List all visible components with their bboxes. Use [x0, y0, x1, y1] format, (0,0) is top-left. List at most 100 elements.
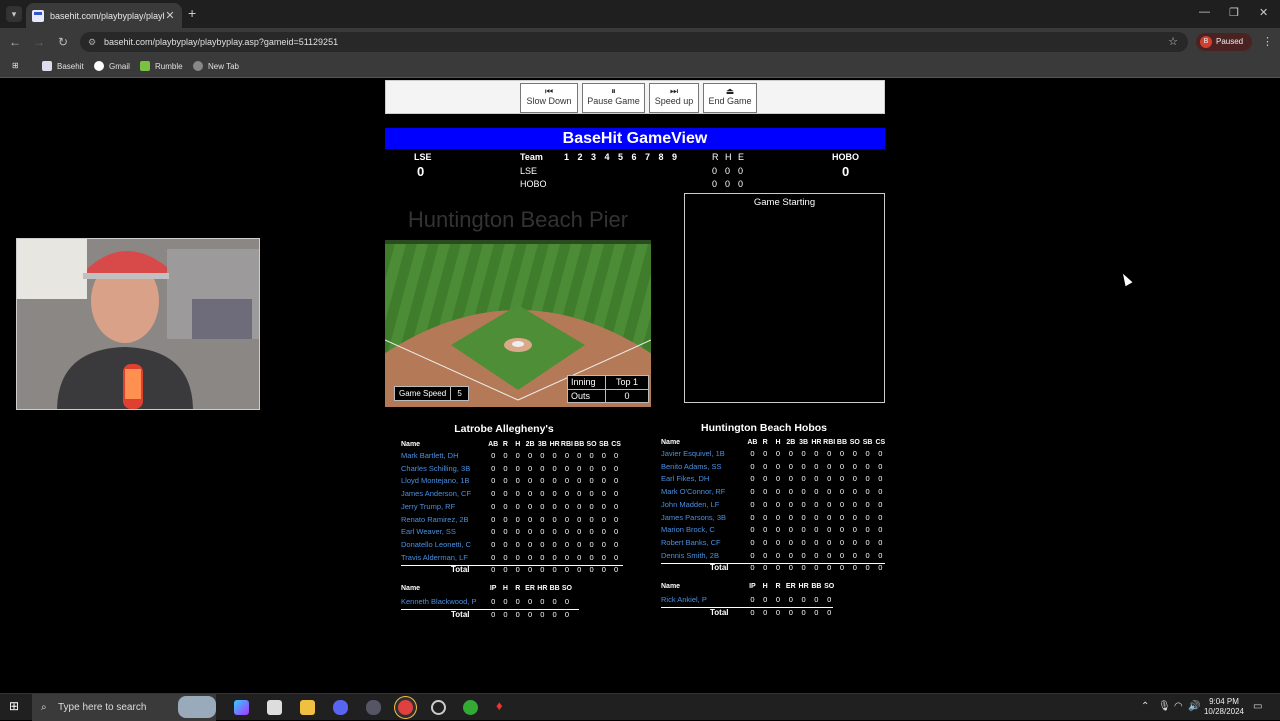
close-tab-icon[interactable]: ✕	[164, 9, 176, 22]
away-bat-stat: 0	[564, 489, 570, 499]
away-batter-9[interactable]: Travis Alderman, LF	[401, 553, 468, 566]
away-batter-6[interactable]: Renato Ramirez, 2B	[401, 515, 469, 528]
away-bat-col-3b: 3B	[537, 441, 547, 448]
away-e: 0	[738, 166, 744, 176]
home-bat-tot-stat: 0	[814, 563, 819, 573]
away-bat-col-rbi: RBI	[560, 441, 573, 448]
minimize-icon[interactable]: —	[1199, 6, 1210, 18]
inning-header-4: 4	[604, 152, 610, 162]
away-bat-col-bb: BB	[574, 441, 585, 448]
home-bat-tot-stat: 0	[878, 563, 883, 573]
taskbar-search-box[interactable]: ⌕ Type here to search	[32, 694, 216, 721]
browser-tab[interactable]: basehit.com/playbyplay/playbyp ✕	[26, 3, 182, 28]
volume-icon[interactable]: 🔊	[1188, 701, 1200, 712]
away-batter-1[interactable]: Mark Bartlett, DH	[401, 451, 459, 464]
home-bat-stat: 0	[788, 474, 793, 484]
globe-icon	[193, 61, 203, 71]
end-game-button[interactable]: ⏏ End Game	[703, 83, 757, 113]
home-abbr: HOBO	[832, 152, 859, 162]
back-icon[interactable]: ←	[3, 35, 27, 49]
profile-button[interactable]: B Paused	[1196, 33, 1252, 51]
taskbar-clock[interactable]: 9:04 PM 10/28/2024	[1204, 697, 1244, 717]
discord-icon[interactable]	[333, 700, 348, 715]
home-bat-stat: 0	[839, 525, 845, 535]
reload-icon[interactable]: ↻	[51, 35, 75, 49]
home-bat-col-bb: BB	[836, 439, 848, 446]
home-pit-tot-stat: 0	[763, 607, 768, 617]
tray-chevron-icon[interactable]: ⌃	[1141, 701, 1149, 712]
baseball-icon[interactable]	[431, 700, 446, 715]
pause-game-button[interactable]: ⏸ Pause Game	[582, 83, 645, 113]
obs-icon[interactable]	[366, 700, 381, 715]
home-batter-4[interactable]: Mark O'Connor, RF	[661, 487, 725, 500]
network-icon[interactable]: ◠	[1174, 701, 1183, 712]
home-batter-6[interactable]: James Parsons, 3B	[661, 513, 726, 526]
away-batter-2[interactable]: Charles Schilling, 3B	[401, 464, 470, 477]
away-bat-stat: 0	[564, 463, 570, 473]
home-batter-3[interactable]: Earl Fikes, DH	[661, 474, 709, 487]
away-bat-stat: 0	[540, 489, 545, 499]
copilot-icon[interactable]	[234, 700, 249, 715]
away-batting-name-header: Name	[401, 441, 421, 448]
away-pitcher-1[interactable]: Kenneth Blackwood, P	[401, 597, 476, 610]
app-29-icon[interactable]	[463, 700, 478, 715]
away-bat-stat: 0	[503, 539, 508, 549]
flame-app-icon[interactable]: ♦	[496, 698, 511, 713]
home-bat-stat: 0	[865, 449, 870, 458]
home-bat-col-3b: 3B	[799, 439, 809, 446]
home-bat-stat: 0	[788, 550, 793, 560]
away-bat-stat: 0	[491, 489, 496, 499]
bookmark-new-tab[interactable]: New Tab	[193, 61, 239, 71]
address-bar[interactable]: ⚙ basehit.com/playbyplay/playbyplay.asp?…	[80, 32, 1188, 52]
profile-status: Paused	[1216, 37, 1244, 46]
speed-up-button[interactable]: ⏭ Speed up	[649, 83, 699, 113]
gameview-title: BaseHit GameView	[385, 128, 885, 149]
home-bat-stat: 0	[750, 537, 755, 547]
home-pitcher-1[interactable]: Rick Ankiel, P	[661, 595, 707, 608]
home-bat-stat: 0	[788, 487, 793, 497]
bookmark-rumble[interactable]: Rumble	[140, 61, 183, 71]
menu-kebab-icon[interactable]: ⋮	[1262, 35, 1273, 48]
close-window-icon[interactable]: ✕	[1259, 6, 1268, 19]
home-batter-9[interactable]: Dennis Smith, 2B	[661, 551, 719, 564]
away-bat-tot-stat: 0	[503, 565, 508, 575]
away-batter-7[interactable]: Earl Weaver, SS	[401, 527, 456, 540]
microphone-icon[interactable]: 🎙	[1158, 701, 1171, 712]
notifications-icon[interactable]: ▭	[1253, 701, 1262, 712]
new-tab-icon[interactable]: +	[188, 5, 196, 21]
home-batter-7[interactable]: Marion Brock, C	[661, 525, 715, 538]
away-batter-3[interactable]: Lloyd Montejano, 1B	[401, 476, 469, 489]
home-bat-stat: 0	[865, 487, 870, 497]
bookmark-basehit[interactable]: Basehit	[42, 61, 84, 71]
clock-date: 10/28/2024	[1203, 707, 1244, 716]
home-batter-5[interactable]: John Madden, LF	[661, 500, 719, 513]
away-batter-8[interactable]: Donatello Leonetti, C	[401, 540, 471, 553]
away-bat-stat: 0	[564, 527, 570, 537]
play-by-play-log[interactable]: Game Starting	[684, 193, 885, 403]
home-batter-2[interactable]: Benito Adams, SS	[661, 462, 721, 475]
away-bat-tot-stat: 0	[589, 565, 594, 575]
home-bat-stat: 0	[801, 525, 806, 535]
away-pitcher-stats-1: 0000000	[487, 597, 573, 610]
away-batter-4[interactable]: James Anderson, CF	[401, 489, 471, 502]
home-pitching-total: 0000000	[746, 608, 836, 621]
apps-grid-icon[interactable]: ⊞	[12, 61, 19, 70]
restore-icon[interactable]: ❐	[1229, 6, 1239, 19]
store-icon[interactable]	[267, 700, 282, 715]
away-bat-stat: 0	[601, 463, 606, 473]
home-batter-1[interactable]: Javier Esquivel, 1B	[661, 449, 725, 462]
home-batter-8[interactable]: Robert Banks, CF	[661, 538, 721, 551]
away-batter-5[interactable]: Jerry Trump, RF	[401, 502, 455, 515]
slow-down-button[interactable]: ⏮ Slow Down	[520, 83, 578, 113]
home-pit-stat: 0	[750, 595, 755, 604]
away-bat-stat: 0	[577, 527, 582, 537]
bookmark-star-icon[interactable]: ☆	[1168, 32, 1178, 52]
bookmark-gmail[interactable]: Gmail	[94, 61, 130, 71]
chrome-icon[interactable]	[398, 700, 413, 715]
forward-icon[interactable]: →	[27, 35, 51, 49]
file-explorer-icon[interactable]	[300, 700, 315, 715]
site-info-icon[interactable]: ⚙	[88, 32, 96, 52]
tab-search-icon[interactable]: ▾	[6, 6, 22, 22]
away-pit-tot-stat: 0	[564, 609, 570, 619]
windows-start-icon[interactable]: ⊞	[9, 699, 24, 714]
